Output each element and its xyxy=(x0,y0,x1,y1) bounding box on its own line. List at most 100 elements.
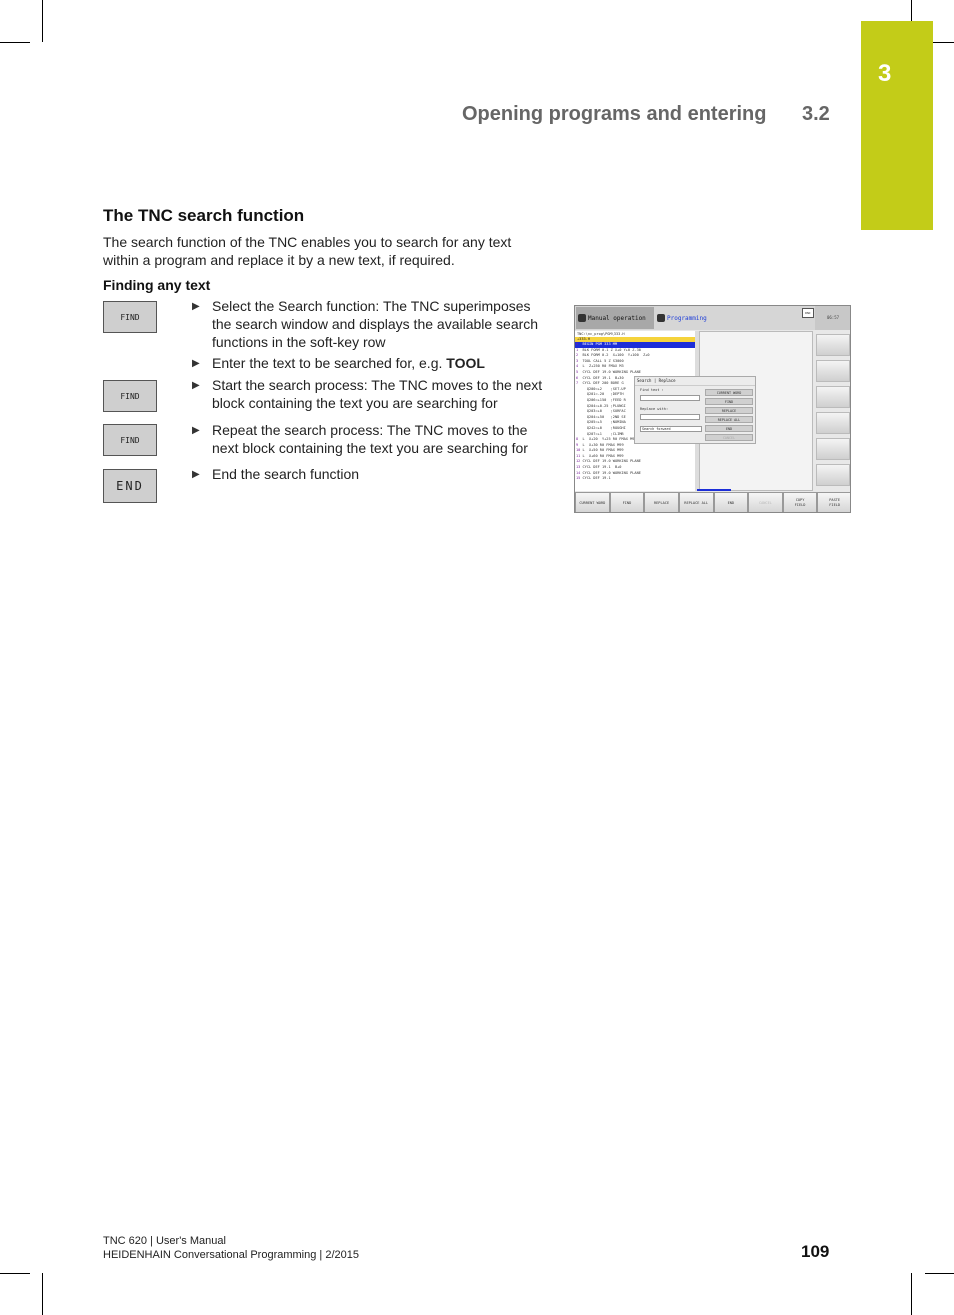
softkey-end: END xyxy=(713,492,749,512)
running-header-section: 3.2 xyxy=(802,103,830,125)
side-softkey xyxy=(816,412,850,434)
softkey-paste-field: PASTE FIELD xyxy=(817,492,850,512)
crop-mark xyxy=(911,0,912,22)
step-item: ▶ Start the search process: The TNC move… xyxy=(192,376,552,412)
dialog-title: Search | Replace xyxy=(635,377,755,386)
side-softkey xyxy=(816,360,850,382)
step-item: ▶ Enter the text to be searched for, e.g… xyxy=(192,354,552,372)
line-text: Q204=+50 ;2ND SE xyxy=(576,414,626,419)
manual-mode-icon xyxy=(578,314,586,322)
chapter-number: 3 xyxy=(878,60,892,87)
chapter-tab xyxy=(861,21,933,230)
line-text: Q206=+150 ;FEED R xyxy=(576,397,626,402)
replace-with-label: Replace with: xyxy=(640,407,669,411)
section-intro: The search function of the TNC enables y… xyxy=(103,234,512,268)
crop-mark xyxy=(0,1273,30,1274)
line-text: Q207=+1 ;CLIMB xyxy=(576,431,624,436)
line-text: L Z+250 R0 FMAX M3 xyxy=(578,364,624,369)
replace-with-field xyxy=(640,414,700,420)
line-text: CYCL DEF 19.1 xyxy=(580,476,611,481)
softkey-find: FIND xyxy=(609,492,645,512)
step-text: Select the Search function: The TNC supe… xyxy=(212,298,539,350)
softkey-copy-field: COPY FIELD xyxy=(782,492,818,512)
dialog-button-current-word: CURRENT WORD xyxy=(705,389,753,396)
mode-programming: Programming xyxy=(655,307,735,329)
mode-manual-label: Manual operation xyxy=(588,314,646,322)
line-text: CYCL DEF 19.0 WORKING PLANE xyxy=(580,470,641,475)
clock: 06:57 xyxy=(815,306,850,330)
end-softkey-image: END xyxy=(103,469,157,503)
line-text: Q201=-20 ;DEPTH xyxy=(576,392,624,397)
softkey-replace-all: REPLACE ALL xyxy=(678,492,714,512)
dialog-button-replace-all: REPLACE ALL xyxy=(705,416,753,423)
search-replace-dialog: Search | Replace Find text : Replace wit… xyxy=(634,376,756,444)
dialog-button-find: FIND xyxy=(705,398,753,405)
crop-mark xyxy=(933,42,954,43)
line-text: BLK FORM 0.1 Z X+0 Y+0 Z-30 xyxy=(578,347,641,352)
line-text: CYCL DEF 19.0 WORKING PLANE xyxy=(580,459,641,464)
mode-manual-operation: Manual operation xyxy=(576,307,654,329)
softkey-row: CURRENT WORD FIND REPLACE REPLACE ALL END CAN… xyxy=(575,492,850,512)
line-text: CYCL DEF 19.1 B+30 xyxy=(578,375,624,380)
search-direction-select: Search forward xyxy=(640,426,702,432)
find-softkey-image: FIND xyxy=(103,301,157,333)
dialog-button-replace: REPLACE xyxy=(705,407,753,414)
step-text: Start the search process: The TNC moves … xyxy=(212,377,543,411)
arrow-bullet-icon: ▶ xyxy=(192,301,200,312)
arrow-bullet-icon: ▶ xyxy=(192,469,200,480)
crop-mark xyxy=(911,1273,912,1315)
running-header-title: Opening programs and entering xyxy=(462,103,767,125)
line-text: CYCL DEF 19.1 B+0 xyxy=(580,465,622,470)
page-number: 109 xyxy=(801,1242,830,1261)
line-text: CYCL DEF 200 BORE G xyxy=(578,381,624,386)
line-text: L X+50 R0 FMAX M99 xyxy=(580,448,624,453)
crop-mark xyxy=(0,42,30,43)
step-item: ▶ Select the Search function: The TNC su… xyxy=(192,297,552,351)
step-text: Enter the text to be searched for, e.g. … xyxy=(212,354,552,372)
crop-mark xyxy=(42,1273,43,1315)
mode-programming-label: Programming xyxy=(667,314,707,322)
line-text: TOOL CALL 5 Z S3000 xyxy=(578,358,624,363)
find-softkey-image: FIND xyxy=(103,380,157,412)
line-text: BLK FORM 0.2 X+100 Y+100 Z+0 xyxy=(578,353,650,358)
line-text: BEGIN PGM 333 MM xyxy=(578,342,618,346)
line-text: Q242=+0 ;ROUGHI xyxy=(576,425,626,430)
find-text-field xyxy=(640,395,700,401)
dialog-button-end: END xyxy=(705,425,753,432)
find-softkey-image: FIND xyxy=(103,424,157,456)
line-text: Q205=+5 ;NOMINA xyxy=(576,420,626,425)
subheading: Finding any text xyxy=(103,277,211,293)
side-softkey xyxy=(816,334,850,356)
side-softkey xyxy=(816,464,850,486)
line-text: CYCL DEF 19.0 WORKING PLANE xyxy=(578,369,641,374)
softkey-replace: REPLACE xyxy=(644,492,679,512)
line-text: Q203=+0 ;SURFAC xyxy=(576,409,626,414)
side-softkey xyxy=(816,386,850,408)
softkey-current-word: CURRENT WORD xyxy=(575,492,610,512)
progress-indicator xyxy=(697,489,731,491)
line-text: L X+60 R0 FMAX M99 xyxy=(580,453,624,458)
dnc-icon: DNC xyxy=(802,308,814,318)
step-text-bold: TOOL xyxy=(446,355,485,371)
footer-line1: TNC 620 | User's Manual xyxy=(103,1235,226,1247)
step-item: ▶ End the search function xyxy=(192,465,552,483)
arrow-bullet-icon: ▶ xyxy=(192,358,200,369)
find-text-label: Find text : xyxy=(640,388,664,392)
softkey-cancel: CANCEL xyxy=(748,492,783,512)
crop-mark xyxy=(925,1273,954,1274)
crop-mark xyxy=(42,0,43,42)
step-text: End the search function xyxy=(212,466,360,482)
programming-mode-icon xyxy=(657,314,665,322)
step-text: Repeat the search process: The TNC moves… xyxy=(212,422,528,456)
line-text: Q200=+2 ;SET-UP xyxy=(576,386,626,391)
program-line: 15 CYCL DEF 19.1 xyxy=(575,476,695,482)
dialog-button-cancel: CANCEL xyxy=(705,434,753,441)
step-item: ▶ Repeat the search process: The TNC mov… xyxy=(192,421,552,457)
arrow-bullet-icon: ▶ xyxy=(192,380,200,391)
arrow-bullet-icon: ▶ xyxy=(192,425,200,436)
footer-line2: HEIDENHAIN Conversational Programming | … xyxy=(103,1249,359,1261)
line-text: L X+20 Y+25 R0 FMAX M99 xyxy=(578,437,637,442)
side-softkey xyxy=(816,438,850,460)
line-text: Q204=+0.25 ;PLUNGI xyxy=(576,403,626,408)
tnc-screenshot: Manual operation Programming DNC 06:57 T… xyxy=(574,305,851,513)
